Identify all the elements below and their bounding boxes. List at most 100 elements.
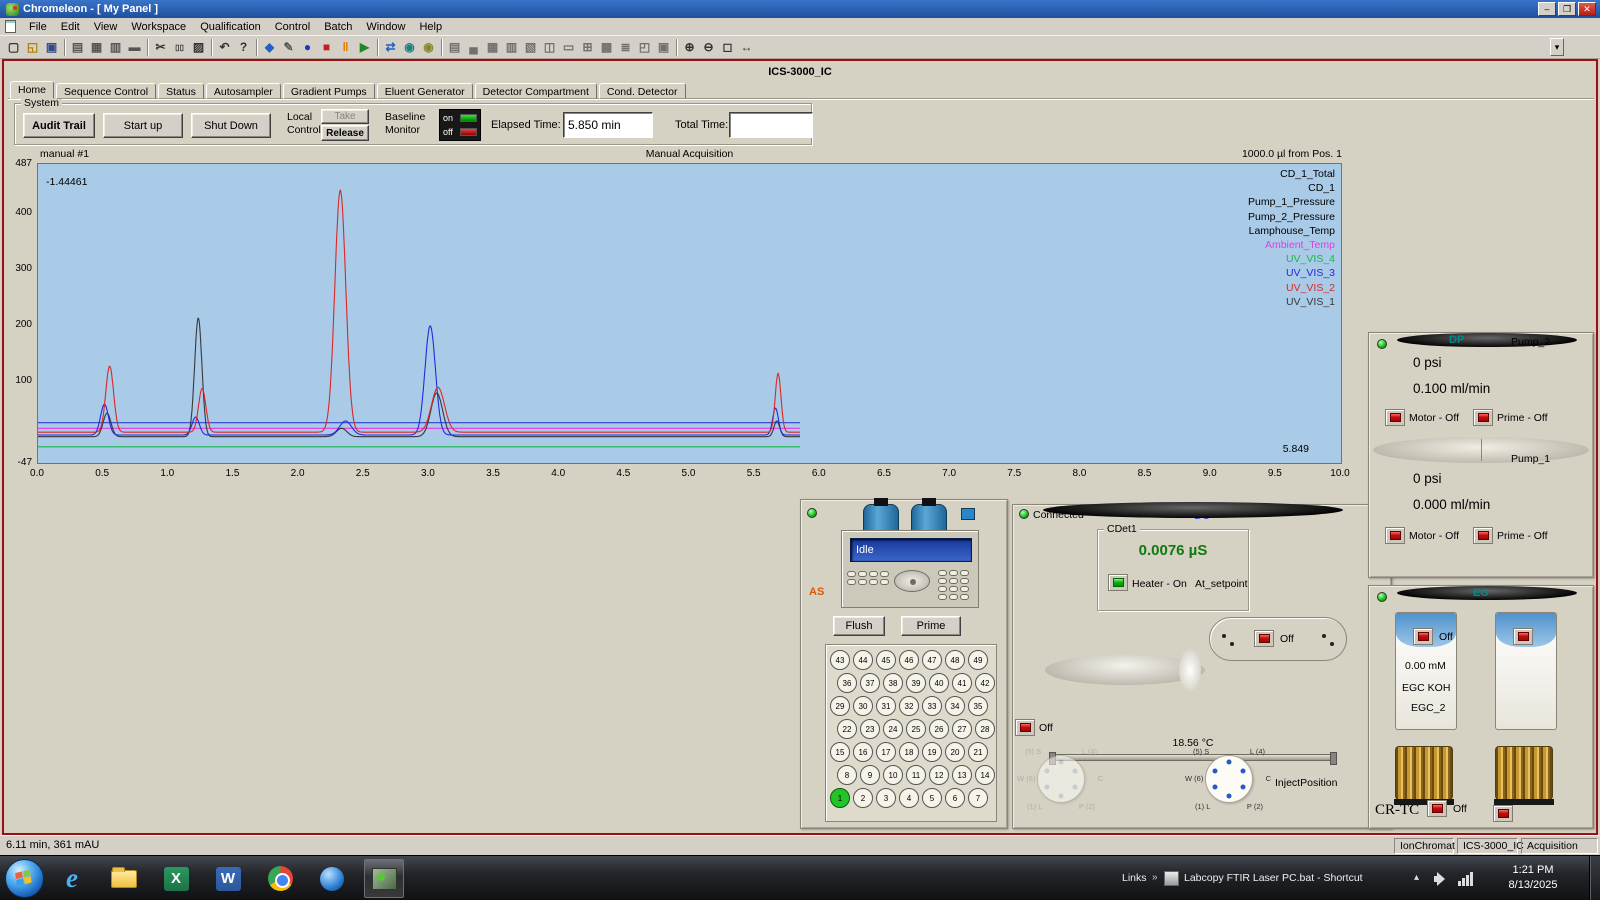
taskbar-ie[interactable]: e — [52, 859, 92, 898]
record-icon[interactable]: ● — [298, 38, 317, 57]
start-up-button[interactable]: Start up — [103, 113, 183, 138]
pump1-motor-button[interactable] — [1385, 527, 1405, 544]
valve-diagram-left[interactable]: (5) S L (4) W (6) C (1) L P (2) — [1023, 747, 1099, 811]
pan-icon[interactable]: ↔ — [737, 38, 756, 57]
pause-icon[interactable]: ‖ — [336, 38, 355, 57]
legend-uv_vis_3[interactable]: UV_VIS_3 — [1248, 266, 1335, 280]
volume-icon[interactable] — [1434, 872, 1448, 885]
bottle-a-icon[interactable]: ◉ — [400, 38, 419, 57]
menu-control[interactable]: Control — [268, 19, 317, 35]
tab-autosampler[interactable]: Autosampler — [206, 83, 281, 99]
pump1-prime-button[interactable] — [1473, 527, 1493, 544]
vial-33[interactable]: 33 — [922, 696, 942, 716]
prime-button[interactable]: Prime — [901, 616, 961, 636]
vial-44[interactable]: 44 — [853, 650, 873, 670]
vial-1[interactable]: 1 — [830, 788, 850, 808]
shortcut-icon[interactable] — [1164, 871, 1179, 886]
vial-36[interactable]: 36 — [837, 673, 857, 693]
vial-11[interactable]: 11 — [906, 765, 926, 785]
taskbar-clock[interactable]: 1:21 PM 8/13/2025 — [1493, 863, 1573, 893]
new-document-icon[interactable]: ▢ — [4, 38, 23, 57]
vial-19[interactable]: 19 — [922, 742, 942, 762]
taskbar-browser[interactable] — [312, 859, 352, 898]
panel-tabset-icon[interactable]: ▦ — [87, 38, 106, 57]
chromeleon-app-icon[interactable] — [6, 3, 19, 16]
legend-ambient_temp[interactable]: Ambient_Temp — [1248, 238, 1335, 252]
vial-18[interactable]: 18 — [899, 742, 919, 762]
panel-icon-4[interactable]: ▥ — [502, 38, 521, 57]
minimize-button[interactable]: – — [1538, 2, 1556, 16]
panel-icon-8[interactable]: ⊞ — [578, 38, 597, 57]
vial-49[interactable]: 49 — [968, 650, 988, 670]
legend-uv_vis_2[interactable]: UV_VIS_2 — [1248, 281, 1335, 295]
keypad-right[interactable] — [938, 570, 969, 600]
panel-icon-6[interactable]: ◫ — [540, 38, 559, 57]
taskbar-chrome[interactable] — [260, 859, 300, 898]
vial-45[interactable]: 45 — [876, 650, 896, 670]
vial-23[interactable]: 23 — [860, 719, 880, 739]
keypad-dpad[interactable] — [894, 570, 930, 592]
flush-button[interactable]: Flush — [833, 616, 885, 636]
vial-8[interactable]: 8 — [837, 765, 857, 785]
droplet-icon[interactable]: ◆ — [260, 38, 279, 57]
vial-17[interactable]: 17 — [876, 742, 896, 762]
start-button[interactable] — [5, 859, 44, 898]
crtc-off-button[interactable] — [1427, 800, 1447, 817]
panel-icon-10[interactable]: ≣ — [616, 38, 635, 57]
links-toolbar[interactable]: Links — [1122, 872, 1147, 884]
needle-icon[interactable]: ✎ — [279, 38, 298, 57]
vial-12[interactable]: 12 — [929, 765, 949, 785]
crtc2-button[interactable] — [1493, 805, 1513, 822]
vial-43[interactable]: 43 — [830, 650, 850, 670]
valve-off-button[interactable] — [1254, 630, 1274, 647]
total-time-field[interactable] — [729, 112, 813, 138]
take-button[interactable]: Take — [321, 109, 369, 124]
menu-window[interactable]: Window — [359, 19, 412, 35]
vial-20[interactable]: 20 — [945, 742, 965, 762]
tab-eluent-generator[interactable]: Eluent Generator — [377, 83, 473, 99]
vial-30[interactable]: 30 — [853, 696, 873, 716]
panel-icon-2[interactable]: ▄ — [464, 38, 483, 57]
menu-workspace[interactable]: Workspace — [124, 19, 193, 35]
bottle-b-icon[interactable]: ◉ — [419, 38, 438, 57]
stop-icon[interactable]: ■ — [317, 38, 336, 57]
vial-9[interactable]: 9 — [860, 765, 880, 785]
vial-21[interactable]: 21 — [968, 742, 988, 762]
toolbar-options-icon[interactable]: ▾ — [1550, 38, 1564, 56]
elapsed-time-field[interactable] — [563, 112, 653, 138]
copy-icon[interactable]: ▯▯ — [170, 38, 189, 57]
network-icon[interactable] — [1458, 872, 1475, 886]
connect-icon[interactable]: ⇄ — [381, 38, 400, 57]
tab-home[interactable]: Home — [10, 81, 54, 99]
menu-view[interactable]: View — [87, 19, 125, 35]
panel-icon-11[interactable]: ◰ — [635, 38, 654, 57]
panel-icon-3[interactable]: ▦ — [483, 38, 502, 57]
vial-29[interactable]: 29 — [830, 696, 850, 716]
vial-37[interactable]: 37 — [860, 673, 880, 693]
panel-icon-9[interactable]: ▩ — [597, 38, 616, 57]
tab-sequence-control[interactable]: Sequence Control — [56, 83, 156, 99]
menu-qualification[interactable]: Qualification — [193, 19, 268, 35]
zoom-out-icon[interactable]: ⊖ — [699, 38, 718, 57]
menu-edit[interactable]: Edit — [54, 19, 87, 35]
vial-13[interactable]: 13 — [952, 765, 972, 785]
egc2-off-button[interactable] — [1513, 628, 1533, 645]
vial-35[interactable]: 35 — [968, 696, 988, 716]
tab-gradient-pumps[interactable]: Gradient Pumps — [283, 83, 375, 99]
vial-15[interactable]: 15 — [830, 742, 850, 762]
baseline-monitor-toggle[interactable]: on off — [439, 109, 481, 141]
zoom-in-icon[interactable]: ⊕ — [680, 38, 699, 57]
links-chevron-icon[interactable]: » — [1152, 872, 1158, 883]
save-icon[interactable]: ▣ — [42, 38, 61, 57]
vial-22[interactable]: 22 — [837, 719, 857, 739]
tray-expand-icon[interactable]: ▴ — [1414, 872, 1419, 883]
show-desktop-button[interactable] — [1589, 856, 1600, 900]
legend-lamphouse_temp[interactable]: Lamphouse_Temp — [1248, 224, 1335, 238]
panel-icon-1[interactable]: ▤ — [445, 38, 464, 57]
undo-icon[interactable]: ↶ — [215, 38, 234, 57]
vial-39[interactable]: 39 — [906, 673, 926, 693]
tab-status[interactable]: Status — [158, 83, 204, 99]
panel-icon-12[interactable]: ▣ — [654, 38, 673, 57]
pump-off-button[interactable] — [1015, 719, 1035, 736]
legend-uv_vis_4[interactable]: UV_VIS_4 — [1248, 252, 1335, 266]
